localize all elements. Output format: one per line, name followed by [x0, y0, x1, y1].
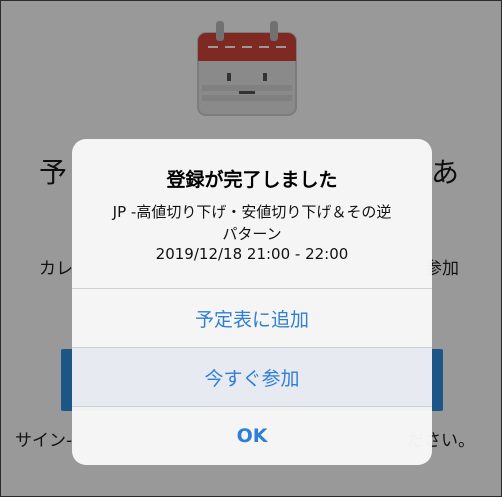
screen-frame: 予 あ カレ 参加 サイン- ださい。 登録が完了しました JP -高値切り下げ… — [0, 0, 502, 497]
ok-button[interactable]: OK — [72, 407, 432, 465]
alert-message-line3: 2019/12/18 21:00 - 22:00 — [155, 245, 349, 263]
join-now-button[interactable]: 今すぐ参加 — [72, 348, 432, 406]
alert-message-line2: パターン — [222, 225, 282, 243]
alert-message-line1: JP -高値切り下げ・安値切り下げ＆その逆 — [112, 203, 392, 221]
add-to-calendar-button[interactable]: 予定表に追加 — [72, 289, 432, 347]
registration-complete-alert: 登録が完了しました JP -高値切り下げ・安値切り下げ＆その逆 パターン 201… — [72, 139, 432, 465]
alert-title: 登録が完了しました — [166, 169, 338, 191]
